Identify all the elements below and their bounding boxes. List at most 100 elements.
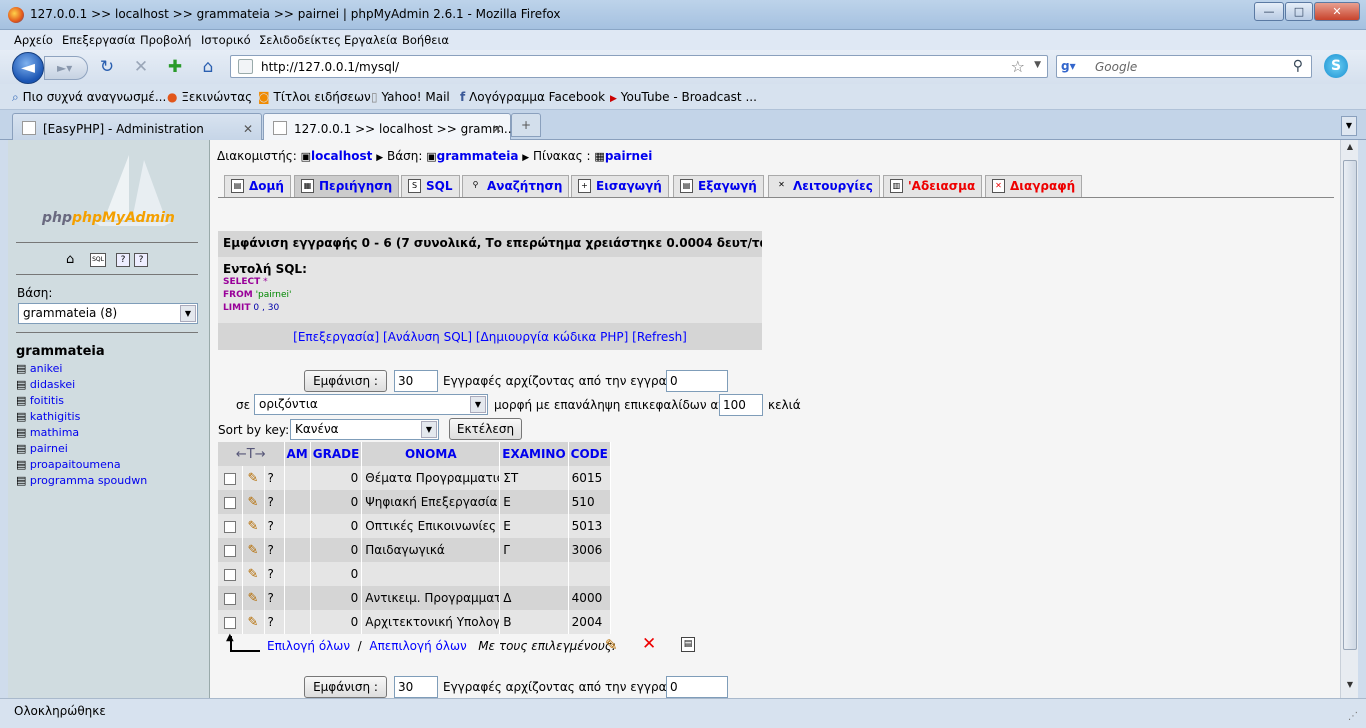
- row-checkbox[interactable]: [218, 538, 243, 562]
- bookmark-headlines[interactable]: ◙ Τίτλοι ειδήσεων: [258, 90, 371, 104]
- pencil-icon[interactable]: ✎: [242, 490, 265, 514]
- forward-button[interactable]: ►▾: [44, 56, 88, 80]
- refresh-link[interactable]: [Refresh]: [632, 330, 687, 344]
- show-button-bottom[interactable]: Εμφάνιση :: [304, 676, 387, 698]
- table-list-item[interactable]: ▤ didaskei: [16, 378, 147, 394]
- tab-empty[interactable]: ▥ 'Αδειασμα: [883, 175, 983, 197]
- column-header-examino[interactable]: EXAMINO: [499, 442, 569, 466]
- table-list-item[interactable]: ▤ kathigitis: [16, 410, 147, 426]
- pencil-icon[interactable]: ✎: [242, 562, 265, 586]
- show-button[interactable]: Εμφάνιση :: [304, 370, 387, 392]
- db-title[interactable]: grammateia: [16, 344, 105, 359]
- start-input-bottom[interactable]: 0: [666, 676, 728, 698]
- tab-easyphp[interactable]: [EasyPHP] - Administration ✕: [12, 113, 262, 140]
- pma-logo[interactable]: phpphpMyAdmin: [42, 210, 175, 226]
- star-icon[interactable]: ☆: [1011, 57, 1025, 76]
- search-input[interactable]: Google: [1095, 60, 1137, 74]
- tab-search[interactable]: ⚲ Αναζήτηση: [462, 175, 570, 197]
- tab-list-icon[interactable]: ▼: [1341, 116, 1357, 136]
- tab-close-icon[interactable]: ✕: [243, 122, 253, 136]
- table-list-item[interactable]: ▤ pairnei: [16, 442, 147, 458]
- scroll-thumb[interactable]: [1343, 160, 1357, 650]
- pencil-icon[interactable]: ✎: [242, 610, 265, 634]
- menu-tools[interactable]: Εργαλεία: [344, 33, 397, 47]
- rows-input-bottom[interactable]: 30: [394, 676, 438, 698]
- row-checkbox[interactable]: [218, 514, 243, 538]
- new-tab-button[interactable]: +: [511, 113, 541, 137]
- menu-edit[interactable]: Επεξεργασία: [62, 33, 135, 47]
- tab-structure[interactable]: ▤ Δομή: [224, 175, 291, 197]
- bookmark-most-visited[interactable]: ⌕ Πιο συχνά αναγνωσμέ...: [12, 90, 166, 105]
- minimize-button[interactable]: —: [1254, 2, 1284, 21]
- delete-icon[interactable]: ?: [264, 538, 285, 562]
- bookmark-facebook[interactable]: f Λογόγραμμα Facebook: [460, 90, 605, 104]
- table-list-item[interactable]: ▤ mathima: [16, 426, 147, 442]
- tab-browse[interactable]: ▦ Περιήγηση: [294, 175, 400, 197]
- mode-select[interactable]: οριζόντια ▼: [254, 394, 488, 415]
- breadcrumb-db-link[interactable]: grammateia: [437, 149, 519, 163]
- table-list-item[interactable]: ▤ anikei: [16, 362, 147, 378]
- delete-icon[interactable]: ?: [264, 610, 285, 634]
- pencil-icon[interactable]: ✎: [605, 636, 618, 654]
- table-list-item[interactable]: ▤ programma spoudwn: [16, 474, 147, 490]
- page-scrollbar[interactable]: ▲ ▼: [1340, 140, 1358, 698]
- add-bookmark-icon[interactable]: ✚: [164, 56, 186, 78]
- sort-select[interactable]: Κανένα ▼: [290, 419, 439, 440]
- delete-icon[interactable]: ?: [264, 490, 285, 514]
- menu-file[interactable]: Αρχείο: [14, 33, 53, 47]
- start-input[interactable]: 0: [666, 370, 728, 392]
- tab-export[interactable]: ▤ Εξαγωγή: [673, 175, 764, 197]
- db-select[interactable]: grammateia (8) ▼: [18, 303, 198, 324]
- bookmark-getting-started[interactable]: ● Ξεκινώντας: [167, 90, 252, 104]
- table-list-item[interactable]: ▤ foititis: [16, 394, 147, 410]
- column-header-am[interactable]: AM: [284, 442, 311, 466]
- pencil-icon[interactable]: ✎: [242, 538, 265, 562]
- deselect-all-link[interactable]: Απεπιλογή όλων: [369, 639, 466, 653]
- select-all-link[interactable]: Επιλογή όλων: [267, 639, 350, 653]
- bookmark-yahoo-mail[interactable]: ▯ Yahoo! Mail: [371, 90, 450, 104]
- row-checkbox[interactable]: [218, 562, 243, 586]
- column-arrows-icon[interactable]: ←T→: [218, 442, 285, 466]
- stop-icon[interactable]: ✕: [130, 56, 152, 78]
- column-header-code[interactable]: CODE: [568, 442, 611, 466]
- menu-history[interactable]: Ιστορικό: [201, 33, 251, 47]
- url-dropdown-icon[interactable]: ▼: [1034, 60, 1041, 70]
- delete-icon[interactable]: ?: [264, 586, 285, 610]
- skype-icon[interactable]: S: [1324, 54, 1348, 78]
- tab-operations[interactable]: ✕ Λειτουργίες: [768, 175, 880, 197]
- menu-view[interactable]: Προβολή: [140, 33, 191, 47]
- rows-input[interactable]: 30: [394, 370, 438, 392]
- docs-icon[interactable]: ?: [134, 253, 148, 267]
- home-icon[interactable]: ⌂: [66, 252, 74, 267]
- reload-icon[interactable]: ↻: [96, 56, 118, 78]
- maximize-button[interactable]: □: [1285, 2, 1313, 21]
- pencil-icon[interactable]: ✎: [242, 586, 265, 610]
- scroll-up-icon[interactable]: ▲: [1343, 142, 1357, 156]
- row-checkbox[interactable]: [218, 586, 243, 610]
- column-header-grade[interactable]: GRADE: [310, 442, 363, 466]
- pencil-icon[interactable]: ✎: [242, 514, 265, 538]
- repeat-input[interactable]: 100: [719, 394, 763, 416]
- search-icon[interactable]: ⚲: [1293, 58, 1303, 74]
- back-button[interactable]: ◄: [12, 52, 44, 84]
- breadcrumb-table-link[interactable]: pairnei: [605, 149, 653, 163]
- create-php-link[interactable]: [Δημιουργία κώδικα PHP]: [476, 330, 628, 344]
- tab-close-icon[interactable]: ✕: [492, 122, 502, 136]
- tab-phpmyadmin[interactable]: 127.0.0.1 >> localhost >> gramm... ✕: [263, 113, 515, 141]
- url-bar[interactable]: http://127.0.0.1/mysql/ ☆ ▼: [230, 55, 1048, 78]
- row-checkbox[interactable]: [218, 466, 243, 490]
- breadcrumb-server-link[interactable]: localhost: [311, 149, 372, 163]
- home-icon[interactable]: ⌂: [197, 56, 219, 78]
- google-icon[interactable]: g▾: [1061, 59, 1079, 74]
- column-header-onoma[interactable]: ONOMA: [361, 442, 501, 466]
- delete-icon[interactable]: ✕: [642, 634, 656, 654]
- bookmark-youtube[interactable]: ▶ YouTube - Broadcast ...: [610, 90, 757, 104]
- edit-query-link[interactable]: [Επεξεργασία]: [293, 330, 379, 344]
- delete-icon[interactable]: ?: [264, 562, 285, 586]
- pencil-icon[interactable]: ✎: [242, 466, 265, 490]
- help-icon[interactable]: ?: [116, 253, 130, 267]
- delete-icon[interactable]: ?: [264, 466, 285, 490]
- explain-sql-link[interactable]: [Ανάλυση SQL]: [383, 330, 472, 344]
- go-button[interactable]: Εκτέλεση: [449, 418, 522, 440]
- menu-help[interactable]: Βοήθεια: [402, 33, 449, 47]
